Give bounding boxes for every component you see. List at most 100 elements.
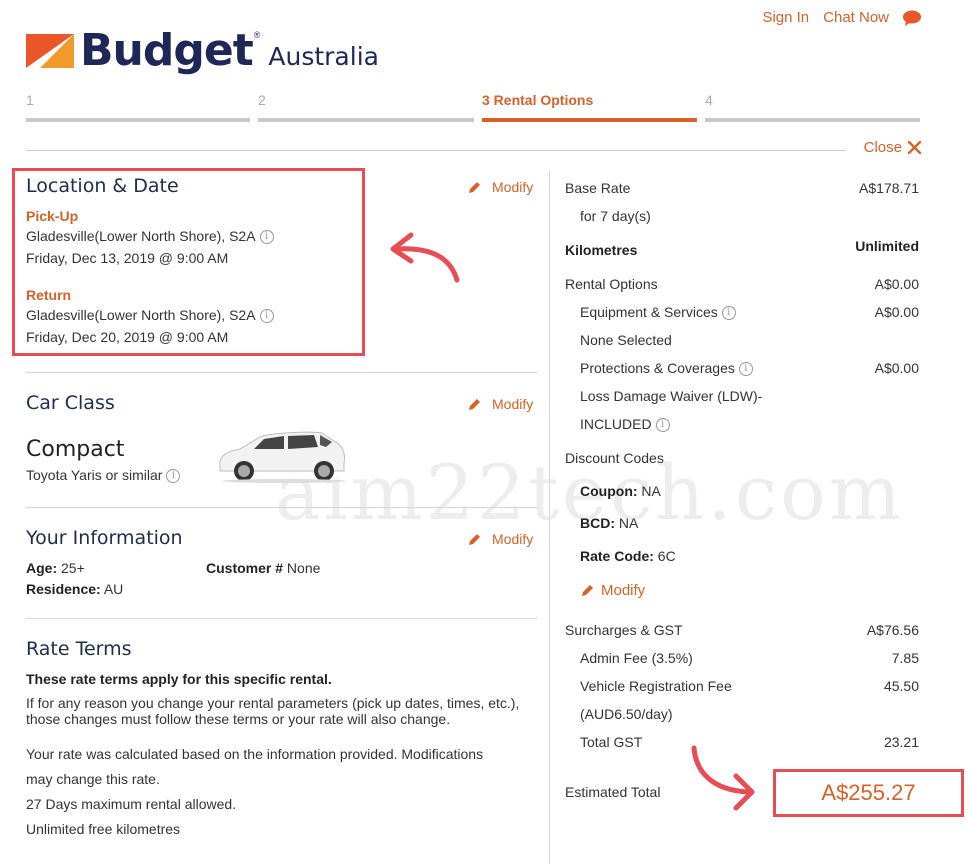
car-class-title: Car Class — [26, 392, 115, 414]
pencil-icon — [582, 585, 593, 596]
budget-logo-mark-icon — [26, 34, 74, 68]
coupon-value: NA — [641, 483, 661, 499]
your-information-title: Your Information — [26, 527, 183, 549]
step-4-label: 4 — [705, 92, 713, 108]
protections-row: Protections & Coverages i A$0.00 — [580, 360, 919, 377]
step-3-bar — [482, 118, 697, 122]
info-icon[interactable]: i — [166, 469, 181, 484]
age-label: Age: — [26, 560, 58, 576]
admin-fee-label: Admin Fee (3.5%) — [580, 650, 693, 666]
discount-modify-label: Modify — [601, 582, 646, 599]
info-icon[interactable]: i — [259, 230, 274, 245]
bcd-row: BCD: NA — [580, 515, 919, 531]
vrf-row: Vehicle Registration Fee 45.50 — [580, 678, 919, 694]
car-model-text: Toyota Yaris or similar — [26, 467, 163, 483]
kilometres-label: Kilometres — [565, 242, 638, 258]
protections-label: Protections & Coverages — [580, 360, 735, 376]
gst-label: Total GST — [580, 734, 643, 750]
rate-terms-title: Rate Terms — [26, 638, 132, 660]
sign-in-link[interactable]: Sign In — [762, 9, 809, 26]
step-4[interactable]: 4 — [705, 92, 920, 122]
vrf-label: Vehicle Registration Fee — [580, 678, 732, 694]
info-icon[interactable]: i — [738, 362, 753, 377]
vrf-detail-row: (AUD6.50/day) — [580, 706, 919, 722]
pencil-icon — [469, 181, 480, 193]
admin-fee-row: Admin Fee (3.5%) 7.85 — [580, 650, 919, 666]
surcharges-value: A$76.56 — [866, 622, 919, 638]
protections-label-wrap: Protections & Coverages i — [580, 360, 753, 377]
return-location: Gladesville(Lower North Shore), S2A i — [26, 307, 274, 324]
pickup-location-text: Gladesville(Lower North Shore), S2A — [26, 228, 256, 244]
info-icon[interactable]: i — [655, 418, 670, 433]
annotation-arrow-icon — [691, 745, 755, 811]
surcharges-row: Surcharges & GST A$76.56 — [565, 622, 919, 638]
base-rate-days: for 7 day(s) — [580, 208, 651, 224]
age-value: 25+ — [61, 560, 85, 576]
equipment-detail: None Selected — [580, 332, 672, 348]
rental-options-row: Rental Options A$0.00 — [565, 276, 919, 292]
kilometres-value: Unlimited — [855, 238, 919, 254]
residence-field: Residence: AU — [26, 581, 123, 597]
bcd-value: NA — [618, 515, 639, 531]
your-info-modify-button[interactable]: Modify — [467, 531, 533, 547]
protections-detail-row: INCLUDED i — [580, 416, 919, 433]
budget-logo[interactable]: Budget ® Australia — [26, 28, 379, 74]
pencil-icon — [469, 533, 480, 545]
close-icon — [908, 141, 921, 154]
equipment-row: Equipment & Services i A$0.00 — [580, 304, 919, 321]
info-icon[interactable]: i — [721, 306, 736, 321]
equipment-label: Equipment & Services — [580, 304, 718, 320]
car-class-modify-label: Modify — [492, 396, 534, 412]
step-4-bar — [705, 118, 920, 122]
return-datetime: Friday, Dec 20, 2019 @ 9:00 AM — [26, 329, 229, 345]
coupon-row: Coupon: NA — [580, 483, 919, 499]
car-class-modify-button[interactable]: Modify — [467, 396, 533, 412]
chat-bubble-icon[interactable] — [903, 10, 921, 26]
section-divider — [26, 618, 537, 619]
equipment-value: A$0.00 — [874, 304, 919, 320]
location-modify-button[interactable]: Modify — [467, 179, 533, 195]
vrf-detail: (AUD6.50/day) — [580, 706, 673, 722]
residence-label: Residence: — [26, 581, 101, 597]
rate-terms-line: Your rate was calculated based on the in… — [26, 746, 484, 762]
registered-mark: ® — [253, 30, 261, 40]
rate-terms-line: 27 Days maximum rental allowed. — [26, 796, 237, 812]
customer-value: None — [286, 560, 321, 576]
rate-code-field: Rate Code: 6C — [580, 548, 676, 564]
residence-value: AU — [103, 581, 124, 597]
chat-now-link[interactable]: Chat Now — [823, 9, 889, 26]
annotation-arrow-icon — [390, 232, 460, 283]
car-model: Toyota Yaris or similar i — [26, 467, 181, 484]
rate-code-row: Rate Code: 6C — [580, 548, 919, 564]
brand-name: Budget — [80, 25, 254, 76]
rate-code-label: Rate Code: — [580, 548, 654, 564]
estimated-total-label: Estimated Total — [565, 784, 661, 800]
car-class-name: Compact — [26, 437, 125, 462]
step-3-rental-options[interactable]: 3 Rental Options — [482, 92, 697, 122]
bcd-field: BCD: NA — [580, 515, 638, 531]
rate-terms-paragraph: If for any reason you change your rental… — [26, 695, 520, 727]
section-divider — [26, 507, 537, 508]
age-field: Age: 25+ — [26, 560, 85, 576]
rental-options-value: A$0.00 — [874, 276, 919, 292]
protections-detail-row: Loss Damage Waiver (LDW)- — [580, 388, 919, 404]
step-2[interactable]: 2 — [258, 92, 474, 122]
rate-terms-line: may change this rate. — [26, 771, 160, 787]
customer-number-field: Customer # None — [206, 560, 320, 576]
pickup-location: Gladesville(Lower North Shore), S2A i — [26, 228, 274, 245]
return-location-text: Gladesville(Lower North Shore), S2A — [26, 307, 256, 323]
discount-modify-button[interactable]: Modify — [580, 582, 645, 599]
column-divider — [549, 170, 550, 864]
info-icon[interactable]: i — [259, 309, 274, 324]
section-divider — [26, 372, 537, 373]
base-rate-days-row: for 7 day(s) — [580, 208, 919, 224]
protections-detail-2-wrap: INCLUDED i — [580, 416, 670, 433]
step-1[interactable]: 1 — [26, 92, 250, 122]
pencil-icon — [469, 398, 480, 410]
base-rate-label: Base Rate — [565, 180, 631, 196]
customer-label: Customer # — [206, 560, 284, 576]
location-modify-label: Modify — [492, 179, 534, 195]
vrf-value: 45.50 — [883, 678, 919, 694]
close-button[interactable]: Close — [864, 139, 921, 156]
equipment-detail-row: None Selected — [580, 332, 919, 348]
